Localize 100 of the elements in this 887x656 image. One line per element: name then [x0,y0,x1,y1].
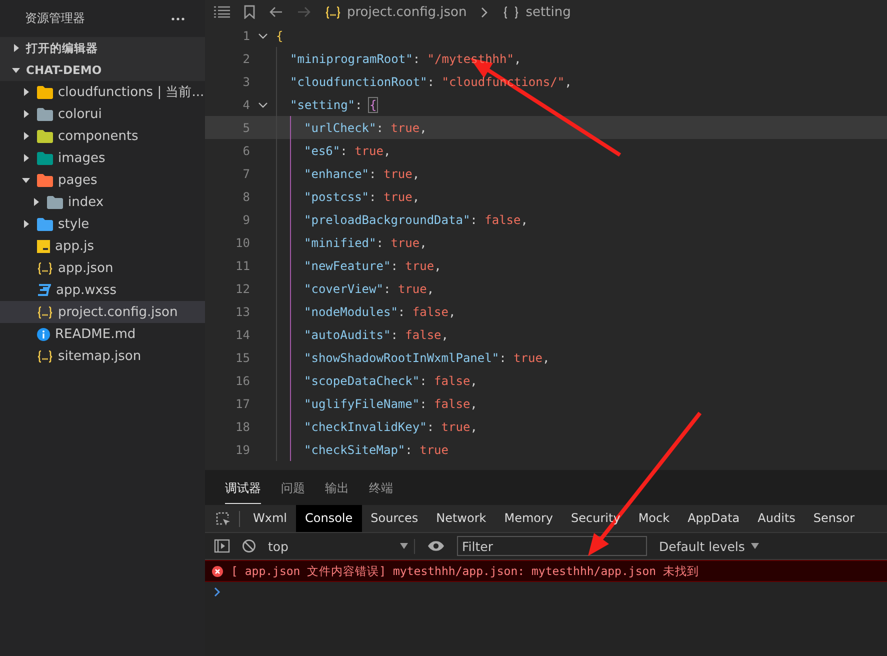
file-tree-item[interactable]: project.config.json [0,301,205,323]
devtools-tab[interactable]: Wxml [244,505,296,532]
code-line: "scopeDataCheck": false, [304,374,478,388]
line-number: 10 [234,236,250,250]
info-icon [37,328,50,340]
line-number: 12 [234,282,250,296]
code-line: "miniprogramRoot": "/mytesthhh", [290,52,522,66]
line-number: 14 [234,328,250,342]
code-line: "nodeModules": false, [304,304,456,318]
caret-icon[interactable] [22,110,30,118]
code-line: "checkInvalidKey": true, [304,420,478,434]
file-tree-item[interactable]: app.wxss [0,279,205,301]
clear-console-icon[interactable] [242,539,256,553]
line-number: 17 [234,396,250,410]
outline-icon[interactable] [214,6,230,18]
devtools-tab[interactable]: Network [427,505,496,532]
devtools-tab[interactable]: Console [296,505,362,532]
section-header[interactable]: 打开的编辑器 [0,37,205,59]
inspect-element-icon[interactable] [215,510,231,526]
code-line: "preloadBackgroundData": false, [304,212,528,226]
line-number: 9 [242,212,250,226]
braces-icon [325,6,341,18]
file-tree-item[interactable]: components [0,125,205,147]
devtools-tab[interactable]: Audits [748,505,804,532]
line-number: 16 [234,374,250,388]
line-number: 6 [242,144,250,158]
file-tree-item[interactable]: cloudfunctions | 当前... [0,81,205,103]
caret-icon [750,543,759,549]
caret-icon[interactable] [22,176,30,184]
line-number: 19 [234,442,250,456]
code-line: "enhance": true, [304,166,420,180]
devtools-tab[interactable]: Memory [495,505,562,532]
bookmark-icon[interactable] [244,5,255,19]
devtools-tab[interactable]: Sources [362,505,428,532]
caret-icon [12,66,20,74]
file-tree-item[interactable]: colorui [0,103,205,125]
file-tree-item[interactable]: pages [0,169,205,191]
code-line: "urlCheck": true, [304,120,427,134]
file-tree-item[interactable]: app.js [0,235,205,257]
panel-tab[interactable]: 问题 [281,472,305,504]
breadcrumb-file[interactable]: project.config.json [347,4,467,20]
js-file-icon [37,240,50,252]
caret-icon[interactable] [22,132,30,140]
fold-chevron-icon[interactable] [258,102,268,108]
braces-icon [37,350,53,362]
devtools-tab[interactable]: AppData [678,505,749,532]
code-line: "minified": true, [304,236,427,250]
braces-icon [37,306,53,318]
caret-icon [12,44,20,52]
caret-icon[interactable] [22,154,30,162]
error-message: [ app.json 文件内容错误] mytesthhh/app.json: mytesthhh/app.json 未找到 [231,564,700,578]
devtools-tab[interactable]: Sensor [804,505,864,532]
context-select[interactable]: top [268,538,415,554]
code-line: "autoAudits": false, [304,328,449,342]
line-number: 15 [234,350,250,364]
code-line: "uglifyFileName": false, [304,396,478,410]
more-icon[interactable] [171,16,185,20]
code-line: "postcss": true, [304,190,420,204]
file-tree-item[interactable]: README.md [0,323,205,345]
code-line: "es6": true, [304,144,391,158]
file-tree-item[interactable]: app.json [0,257,205,279]
file-tree-item[interactable]: sitemap.json [0,345,205,367]
fold-chevron-icon[interactable] [258,32,268,38]
line-number: 1 [242,28,250,42]
panel-tab[interactable]: 终端 [369,472,393,504]
line-number: 11 [234,258,250,272]
log-levels-dropdown[interactable]: Default levels [659,538,759,554]
caret-icon[interactable] [32,198,40,206]
line-number: 7 [242,166,250,180]
prompt-chevron-icon [214,587,221,597]
filter-field[interactable]: Filter [457,536,647,556]
code-line: "showShadowRootInWxmlPanel": true, [304,350,550,364]
eye-icon[interactable] [427,540,445,552]
error-icon [212,566,223,576]
braces-icon [37,262,53,274]
line-number: 18 [234,420,250,434]
back-arrow-icon[interactable] [269,6,283,18]
breadcrumb-symbol[interactable]: setting [526,4,571,20]
line-number: 4 [242,98,250,112]
section-header[interactable]: CHAT-DEMO [0,59,205,81]
panel-tab[interactable]: 调试器 [225,472,261,504]
file-tree-item[interactable]: index [0,191,205,213]
code-line: "checkSiteMap": true [304,442,449,456]
file-tree-item[interactable]: style [0,213,205,235]
css-file-icon [37,284,51,296]
caret-icon[interactable] [22,220,30,228]
code-line: { [276,28,284,42]
explorer-title: 资源管理器 [25,10,85,27]
line-number: 13 [234,304,250,318]
code-line: "coverView": true, [304,282,434,296]
caret-icon [400,543,408,549]
line-number: 2 [242,52,250,66]
caret-icon[interactable] [22,88,30,96]
line-number: 5 [242,120,250,134]
panel-tab[interactable]: 输出 [325,472,349,504]
file-tree-item[interactable]: images [0,147,205,169]
line-number: 8 [242,190,250,204]
sidebar-toggle-icon[interactable] [214,539,230,553]
chevron-right-icon [480,6,488,18]
devtools-tab[interactable]: Mock [629,505,679,532]
